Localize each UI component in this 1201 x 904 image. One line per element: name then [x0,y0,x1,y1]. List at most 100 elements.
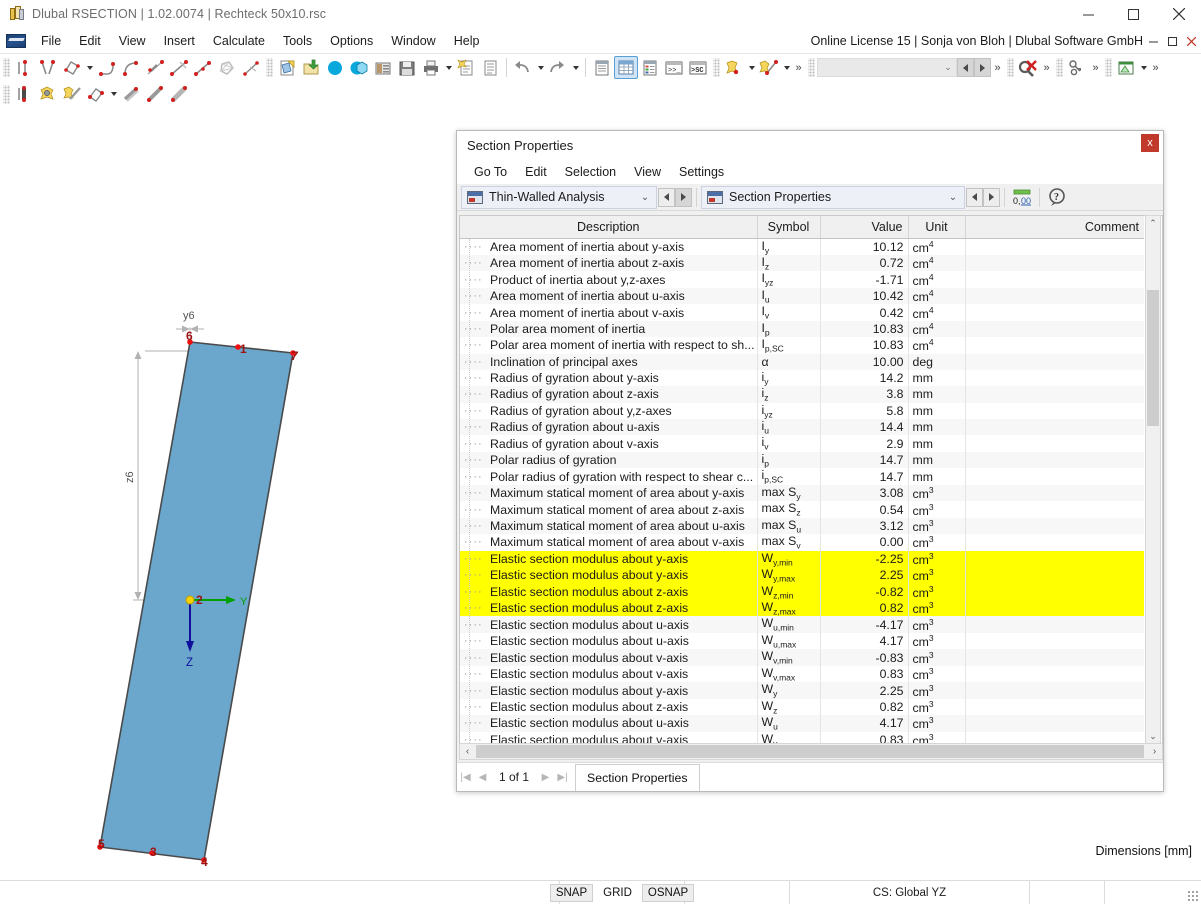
toolbar-overflow-icon[interactable]: » [792,56,805,79]
close-icon[interactable] [1156,0,1201,28]
deselect-all-icon[interactable] [1016,56,1040,79]
polyline-icon[interactable] [36,56,60,79]
polygon-icon[interactable] [60,56,84,79]
table-row[interactable]: ····Radius of gyration about u-axisiu14.… [460,419,1144,435]
print-icon[interactable] [419,56,443,79]
menu-item-help[interactable]: Help [445,31,489,51]
part-icon[interactable] [119,83,143,106]
table-type-combo[interactable]: Section Properties ⌄ [701,186,965,209]
table-row[interactable]: ····Maximum statical moment of area abou… [460,485,1144,501]
next-page-icon[interactable]: ▶ [537,764,554,791]
doc-minimize-icon[interactable] [1144,28,1163,54]
chevron-down-icon[interactable]: ⌄ [940,62,956,73]
table-row[interactable]: ····Radius of gyration about v-axisiv2.9… [460,435,1144,451]
menu-item-options[interactable]: Options [321,31,382,51]
table-row[interactable]: ····Polar area moment of inertiaIp10.83c… [460,321,1144,337]
line-icon[interactable] [12,56,36,79]
member-icon[interactable] [12,83,36,106]
first-page-icon[interactable]: |◀ [457,764,474,791]
selector-overflow-icon[interactable]: » [991,56,1004,79]
doc-restore-icon[interactable] [1163,28,1182,54]
previous-table-button[interactable] [966,188,983,207]
table-row[interactable]: ····Polar area moment of inertia with re… [460,337,1144,353]
element-icon[interactable] [167,83,191,106]
table-row[interactable]: ····Polar radius of gyration with respec… [460,468,1144,484]
chevron-down-icon[interactable]: ⌄ [634,192,656,203]
results-table-icon[interactable] [1114,56,1138,79]
table-row[interactable]: ····Area moment of inertia about u-axisI… [460,288,1144,304]
table-row[interactable]: ····Product of inertia about y,z-axesIyz… [460,271,1144,287]
table-row[interactable]: ····Area moment of inertia about z-axisI… [460,255,1144,271]
new-node-icon[interactable] [722,56,746,79]
document-icon[interactable] [478,56,502,79]
table-row[interactable]: ····Maximum statical moment of area abou… [460,518,1144,534]
table-row[interactable]: ····Elastic section modulus about u-axis… [460,633,1144,649]
new-line-dropdown-icon[interactable] [781,56,792,79]
menu-item-file[interactable]: File [32,31,70,51]
undo-dropdown-icon[interactable] [535,56,546,79]
scroll-up-icon[interactable]: ⌃ [1146,216,1160,231]
new-node-dropdown-icon[interactable] [746,56,757,79]
select-overflow-icon[interactable]: » [1040,56,1053,79]
table-row[interactable]: ····Elastic section modulus about v-axis… [460,649,1144,665]
toolbar-grip-6[interactable] [1056,58,1063,77]
table-row[interactable]: ····Radius of gyration about y-axisiy14.… [460,370,1144,386]
connect-icon[interactable] [323,56,347,79]
table-row[interactable]: ····Maximum statical moment of area abou… [460,534,1144,550]
tab-section-properties[interactable]: Section Properties [575,764,699,791]
render-icon[interactable] [347,56,371,79]
column-header-description[interactable]: Description [460,216,757,238]
vertical-scroll-thumb[interactable] [1147,290,1159,426]
maximize-icon[interactable] [1111,0,1156,28]
toolbar-grip-4[interactable] [808,58,815,77]
table-row[interactable]: ····Elastic section modulus about z-axis… [460,600,1144,616]
thickness-icon[interactable] [84,83,108,106]
new-model-icon[interactable] [275,56,299,79]
results-overflow-icon[interactable]: » [1149,56,1162,79]
toolbar-grip-2[interactable] [266,58,273,77]
toolbar-grip[interactable] [3,58,10,77]
stiffener-icon[interactable] [143,83,167,106]
table-row[interactable]: ····Elastic section modulus about y-axis… [460,567,1144,583]
section-properties-window[interactable]: Section Properties x Go To Edit Selectio… [456,130,1164,792]
snap-settings-icon[interactable] [1065,56,1089,79]
last-page-icon[interactable]: ▶| [554,764,571,791]
table-row[interactable]: ····Area moment of inertia about y-axisI… [460,238,1144,255]
toolbar2-grip[interactable] [3,85,10,104]
offset-line-icon[interactable] [239,56,263,79]
section-properties-table-container[interactable]: Description Symbol Value Unit Comment ··… [459,215,1163,745]
table-row[interactable]: ····Area moment of inertia about v-axisI… [460,304,1144,320]
column-header-value[interactable]: Value [820,216,908,238]
menu-item-goto[interactable]: Go To [465,163,516,181]
previous-page-icon[interactable]: ◀ [474,764,491,791]
table-grid-icon[interactable] [614,56,638,79]
column-header-unit[interactable]: Unit [908,216,965,238]
close-icon[interactable]: x [1141,134,1159,152]
menu-item-selection[interactable]: Selection [556,163,625,181]
menu-item-view[interactable]: View [110,31,155,51]
menu-item-view[interactable]: View [625,163,670,181]
table-row[interactable]: ····Radius of gyration about y,z-axesiyz… [460,403,1144,419]
extend-line-icon[interactable] [191,56,215,79]
table-row[interactable]: ····Polar radius of gyrationip14.7mm [460,452,1144,468]
snap-toggle[interactable]: SNAP [550,884,593,902]
script-icon[interactable]: >SC [686,56,710,79]
snap-overflow-icon[interactable]: » [1089,56,1102,79]
toolbar-grip-7[interactable] [1105,58,1112,77]
node-support-icon[interactable] [36,83,60,106]
previous-analysis-button[interactable] [658,188,675,207]
thickness-dropdown-icon[interactable] [108,83,119,106]
next-analysis-button[interactable] [675,188,692,207]
menu-item-edit[interactable]: Edit [70,31,110,51]
analysis-type-combo[interactable]: Thin-Walled Analysis ⌄ [461,186,657,209]
table-row[interactable]: ····Elastic section modulus about u-axis… [460,715,1144,731]
menu-item-insert[interactable]: Insert [155,31,204,51]
scroll-down-icon[interactable]: ⌄ [1146,729,1160,744]
redo-dropdown-icon[interactable] [570,56,581,79]
menu-item-edit[interactable]: Edit [516,163,556,181]
table-row[interactable]: ····Radius of gyration about z-axisiz3.8… [460,386,1144,402]
undo-icon[interactable] [511,56,535,79]
menu-item-settings[interactable]: Settings [670,163,733,181]
table-colored-icon[interactable] [638,56,662,79]
table-vertical-scrollbar[interactable]: ⌃ ⌄ [1145,215,1161,745]
